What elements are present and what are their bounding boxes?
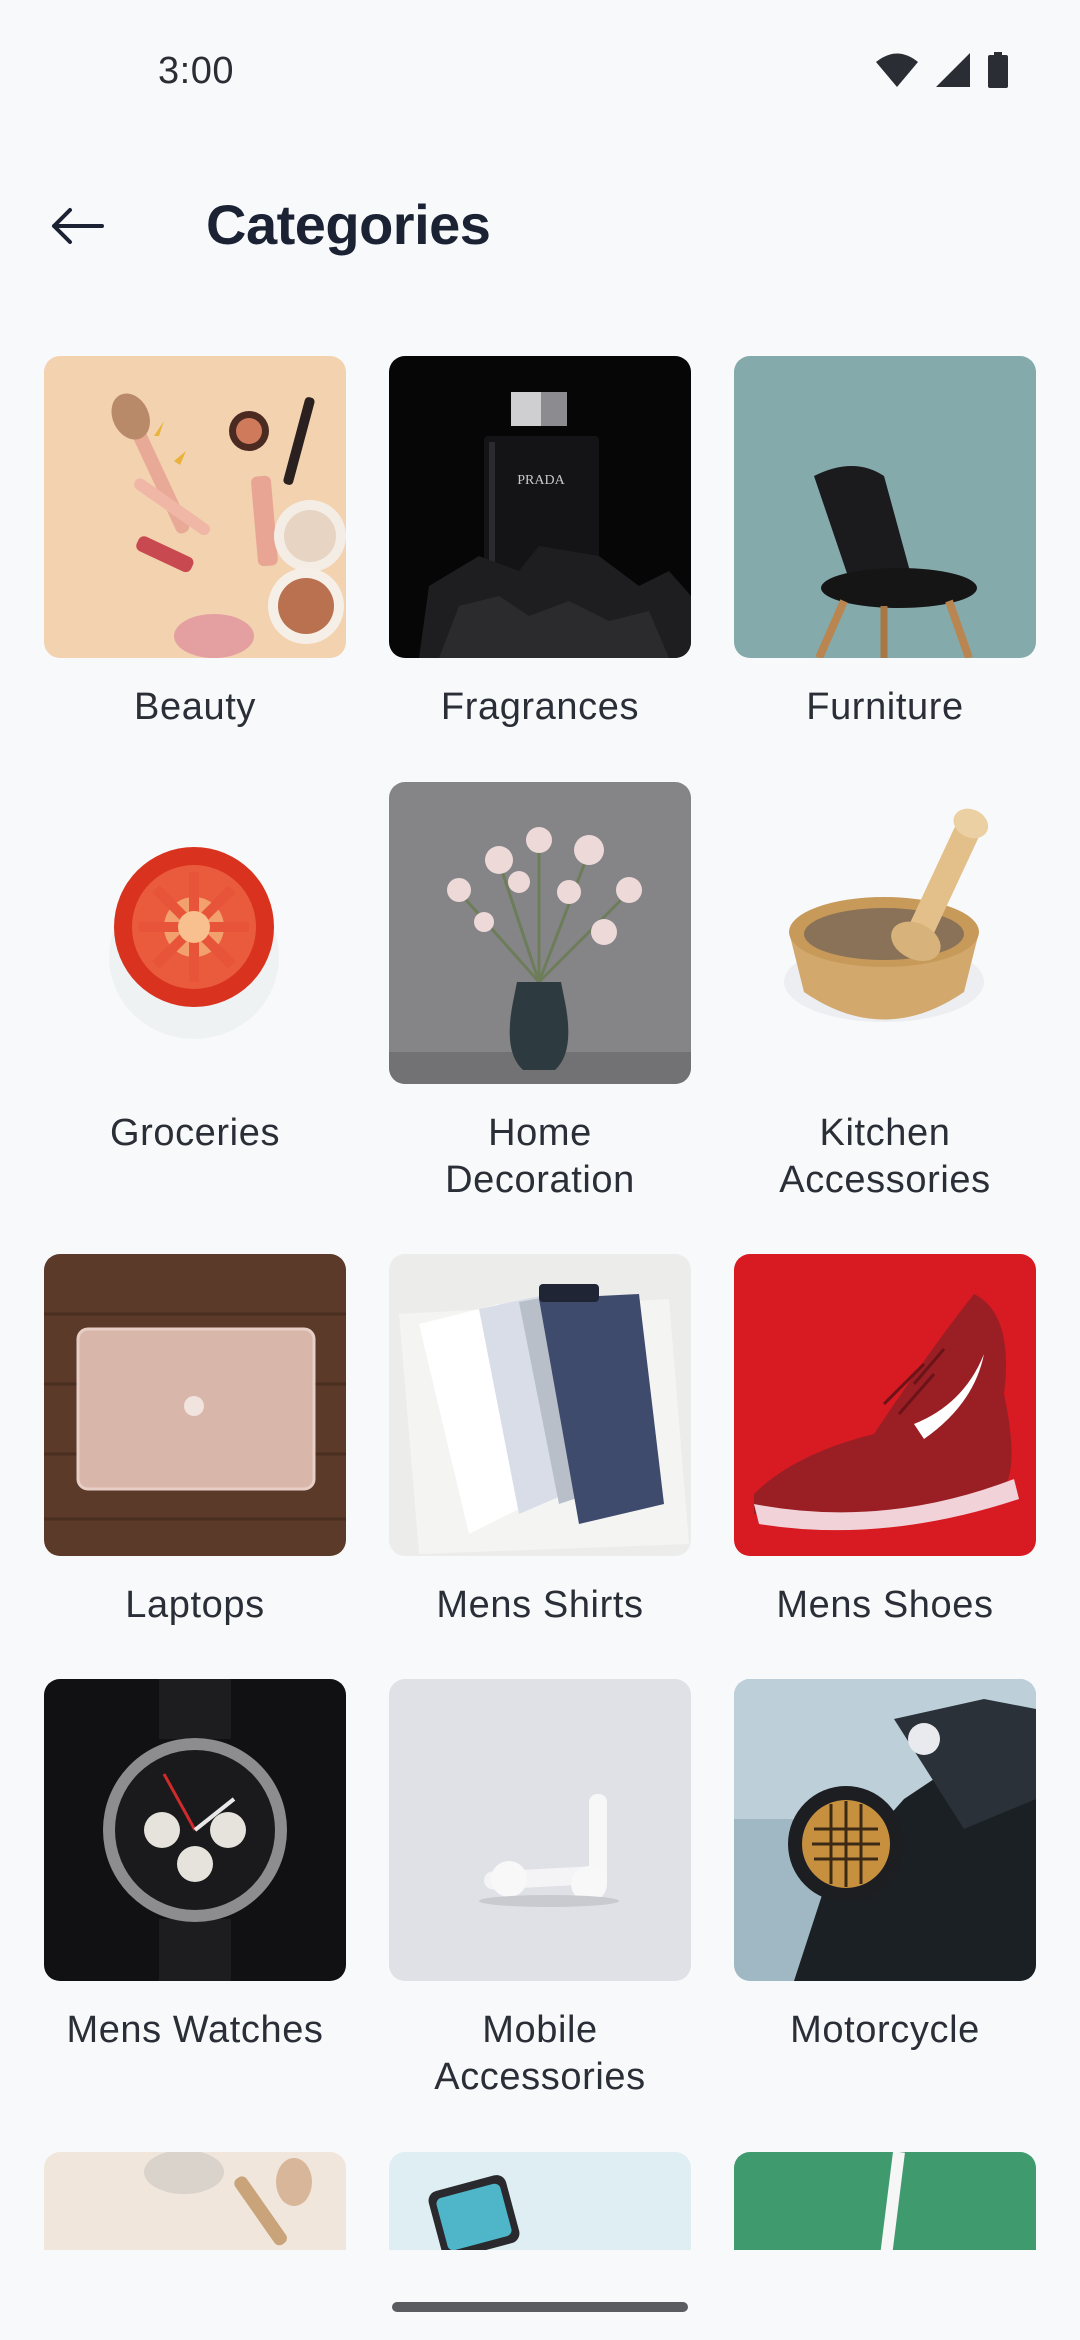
mobile-accessories-image <box>389 1679 691 1981</box>
category-card-fragrances[interactable]: PRADA Fragrances <box>389 356 691 731</box>
category-card-mens-watches[interactable]: Mens Watches <box>44 1679 346 2054</box>
category-card-furniture[interactable]: Furniture <box>734 356 1036 731</box>
category-card-home-decoration[interactable]: Home Decoration <box>389 782 691 1204</box>
home-decoration-image <box>389 782 691 1084</box>
category-label: Mens Shirts <box>436 1584 644 1626</box>
top-app-bar: Categories <box>0 170 1080 280</box>
beauty-image <box>44 356 346 658</box>
motorcycle-image <box>734 1679 1036 1981</box>
page-title: Categories <box>206 193 491 256</box>
category-label: Fragrances <box>440 686 640 728</box>
category-label: Mens Shoes <box>776 1584 994 1626</box>
partial-category-image <box>734 2152 1036 2250</box>
category-card-partial-3[interactable] <box>734 2152 1036 2250</box>
partial-category-image <box>44 2152 346 2250</box>
battery-icon <box>988 52 1008 88</box>
status-bar: 3:00 <box>0 0 1080 140</box>
category-card-mens-shoes[interactable]: Mens Shoes <box>734 1254 1036 1629</box>
category-label: Motorcycle <box>790 2009 980 2051</box>
category-label: Beauty <box>134 686 256 728</box>
category-card-partial-1[interactable] <box>44 2152 346 2250</box>
wifi-icon <box>876 53 918 87</box>
bottom-area <box>0 2250 1080 2340</box>
category-label: Home Decoration <box>445 1112 635 1201</box>
category-card-kitchen-accessories[interactable]: Kitchen Accessories <box>734 782 1036 1204</box>
category-card-beauty[interactable]: Beauty <box>44 356 346 731</box>
cellular-signal-icon <box>936 53 970 87</box>
category-label: Mens Watches <box>66 2009 324 2051</box>
mens-shirts-image <box>389 1254 691 1556</box>
categories-grid[interactable]: Beauty PRADA Fragrances Furniture Grocer… <box>0 0 1080 2250</box>
back-button[interactable] <box>36 188 116 268</box>
furniture-image <box>734 356 1036 658</box>
category-card-mobile-accessories[interactable]: Mobile Accessories <box>389 1679 691 2101</box>
category-label: Mobile Accessories <box>434 2009 646 2098</box>
arrow-left-icon <box>48 206 104 251</box>
status-icons <box>876 52 1008 88</box>
home-indicator[interactable] <box>392 2302 688 2312</box>
category-card-groceries[interactable]: Groceries <box>44 782 346 1157</box>
category-label: Groceries <box>109 1112 281 1154</box>
status-time: 3:00 <box>158 50 234 92</box>
category-card-motorcycle[interactable]: Motorcycle <box>734 1679 1036 2054</box>
mens-watches-image <box>44 1679 346 1981</box>
category-label: Laptops <box>125 1584 265 1626</box>
svg-text:PRADA: PRADA <box>517 473 565 488</box>
category-label: Furniture <box>806 686 964 728</box>
category-card-mens-shirts[interactable]: Mens Shirts <box>389 1254 691 1629</box>
fragrances-image: PRADA <box>389 356 691 658</box>
partial-category-image <box>389 2152 691 2250</box>
laptops-image <box>44 1254 346 1556</box>
category-card-partial-2[interactable] <box>389 2152 691 2250</box>
category-card-laptops[interactable]: Laptops <box>44 1254 346 1629</box>
category-label: Kitchen Accessories <box>779 1112 991 1201</box>
mens-shoes-image <box>734 1254 1036 1556</box>
groceries-image <box>44 782 346 1084</box>
kitchen-accessories-image <box>734 782 1036 1084</box>
categories-screen: Beauty PRADA Fragrances Furniture Grocer… <box>0 0 1080 2340</box>
